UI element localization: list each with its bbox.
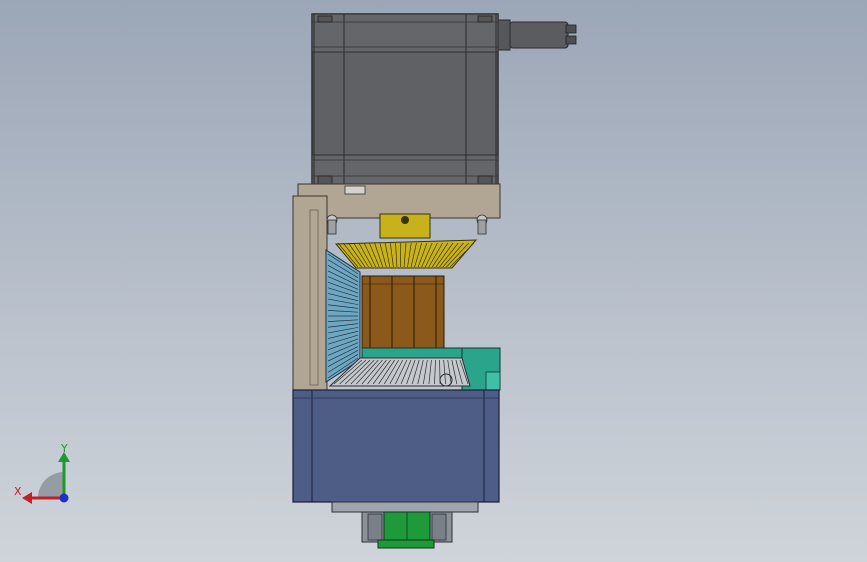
gearbox-housing[interactable] — [292, 389, 500, 503]
upper-bevel-gear[interactable] — [334, 239, 478, 269]
motor-connector[interactable] — [497, 19, 577, 51]
triad-z-axis — [59, 493, 69, 503]
gear-core-block[interactable] — [361, 275, 445, 349]
triad-plane-indicator — [38, 472, 64, 498]
input-shaft-coupling[interactable] — [379, 213, 431, 239]
model-assembly[interactable] — [0, 0, 867, 562]
triad-y-label: Y — [60, 442, 68, 455]
coordinate-triad: Y X — [14, 442, 70, 504]
graphics-viewport[interactable]: Y X — [0, 0, 867, 562]
output-shaft[interactable] — [377, 511, 435, 549]
triad-x-arrow — [22, 492, 32, 504]
stepper-motor[interactable] — [311, 13, 499, 185]
triad-x-label: X — [14, 485, 22, 498]
